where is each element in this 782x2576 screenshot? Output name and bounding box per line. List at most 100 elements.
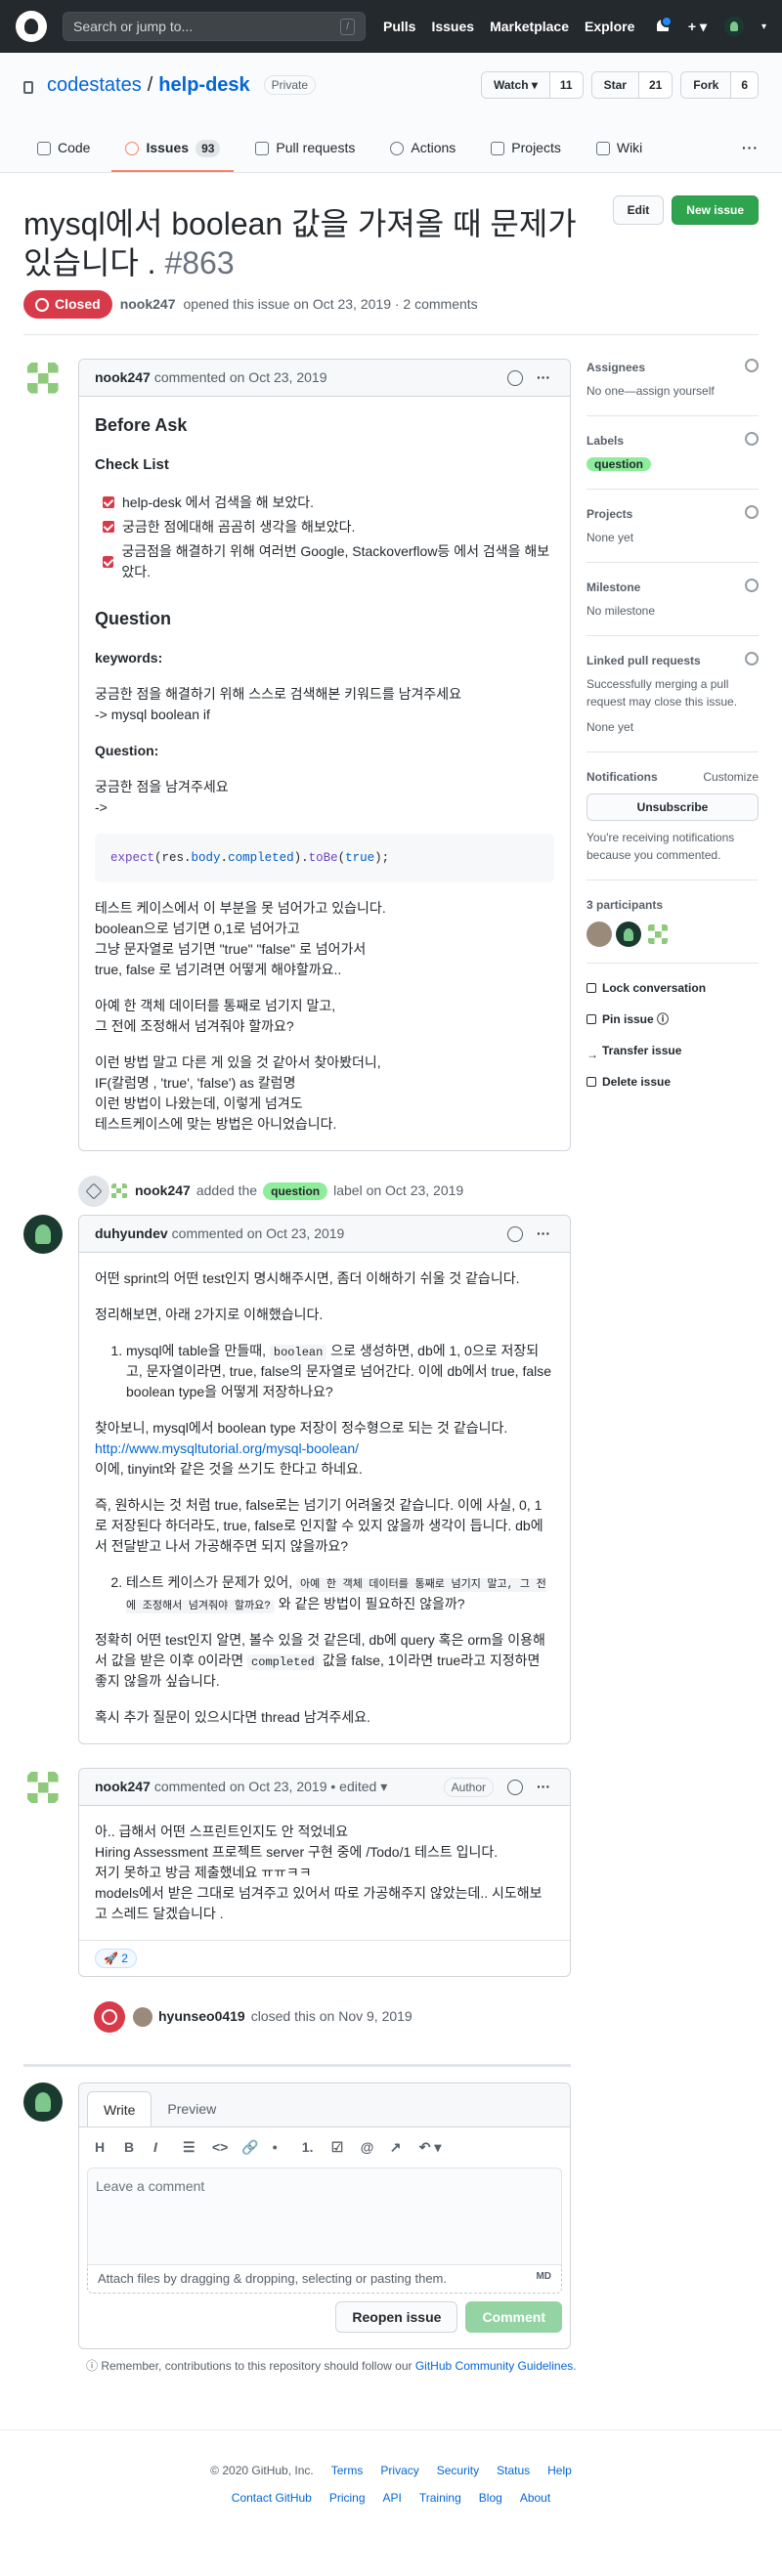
bold-icon[interactable]: B [124, 2137, 140, 2158]
tab-projects[interactable]: Projects [477, 138, 575, 172]
footer-blog[interactable]: Blog [479, 2489, 502, 2507]
cross-reference-icon[interactable]: ↗ [390, 2137, 406, 2158]
tab-code[interactable]: Code [23, 138, 104, 172]
footer-training[interactable]: Training [419, 2489, 461, 2507]
rocket-reaction[interactable]: 🚀 2 [95, 1949, 137, 1969]
footer-contact[interactable]: Contact GitHub [232, 2489, 312, 2507]
create-new-menu[interactable]: + ▾ [688, 17, 707, 37]
comment-submit-button[interactable]: Comment [465, 2300, 562, 2333]
gear-icon[interactable] [745, 652, 759, 665]
smiley-icon[interactable] [507, 1779, 523, 1795]
user-avatar[interactable] [723, 17, 744, 36]
tab-actions[interactable]: Actions [376, 138, 469, 172]
nav-marketplace[interactable]: Marketplace [490, 17, 569, 37]
notifications-bell-icon[interactable] [655, 16, 673, 34]
nav-issues[interactable]: Issues [431, 17, 474, 37]
mention-icon[interactable]: @ [361, 2137, 376, 2158]
reopen-issue-button[interactable]: Reopen issue [335, 2300, 458, 2333]
footer-status[interactable]: Status [497, 2462, 530, 2479]
code-icon[interactable]: <> [212, 2137, 228, 2158]
footer-privacy[interactable]: Privacy [380, 2462, 418, 2479]
question-label[interactable]: question [586, 457, 651, 471]
link-icon[interactable]: 🔗 [241, 2137, 258, 2158]
assignees-value[interactable]: No one—assign yourself [586, 382, 759, 400]
tab-pull-requests[interactable]: Pull requests [241, 138, 369, 172]
gear-icon[interactable] [745, 432, 759, 446]
bullet-list-icon[interactable]: • [273, 2137, 288, 2158]
numbered-list-icon[interactable]: 1. [302, 2137, 318, 2158]
event-author[interactable]: nook247 [135, 1181, 191, 1201]
gear-icon[interactable] [745, 359, 759, 372]
tab-preview[interactable]: Preview [152, 2091, 232, 2126]
lock-conversation-link[interactable]: Lock conversation [586, 979, 759, 997]
search-placeholder: Search or jump to... [73, 18, 194, 34]
question-label[interactable]: question [263, 1181, 328, 1200]
footer-api[interactable]: API [383, 2489, 402, 2507]
mysql-tutorial-link[interactable]: http://www.mysqltutorial.org/mysql-boole… [95, 1440, 359, 1456]
issue-title: mysql에서 boolean 값을 가져올 때 문제가 있습니다 . #863 [23, 206, 577, 280]
customize-link[interactable]: Customize [703, 768, 759, 786]
star-button[interactable]: Star 21 [590, 71, 673, 99]
unsubscribe-button[interactable]: Unsubscribe [586, 794, 759, 821]
avatar[interactable] [586, 922, 612, 947]
search-input[interactable]: Search or jump to... / [63, 12, 366, 41]
nav-explore[interactable]: Explore [585, 17, 634, 37]
github-logo-icon[interactable] [16, 11, 47, 42]
heading-question-sub: Question: [95, 742, 159, 758]
italic-icon[interactable]: I [153, 2137, 169, 2158]
footer-security[interactable]: Security [437, 2462, 479, 2479]
smiley-icon[interactable] [507, 1225, 523, 1242]
comment-textarea[interactable]: Leave a comment [87, 2168, 562, 2266]
tab-write[interactable]: Write [87, 2091, 152, 2127]
new-issue-button[interactable]: New issue [672, 195, 759, 225]
more-options-icon[interactable]: ··· [537, 367, 550, 388]
footer-pricing[interactable]: Pricing [329, 2489, 366, 2507]
more-options-icon[interactable]: ··· [537, 1777, 550, 1797]
smiley-icon[interactable] [507, 369, 523, 386]
more-options-icon[interactable]: ··· [537, 1224, 550, 1244]
footer-help[interactable]: Help [547, 2462, 572, 2479]
task-list-icon[interactable]: ☑ [331, 2137, 347, 2158]
checklist-item[interactable]: 궁금한 점에대해 곰곰히 생각을 해보았다. [95, 517, 554, 537]
fork-button[interactable]: Fork 6 [680, 71, 759, 99]
heading-icon[interactable]: H [95, 2137, 110, 2158]
attach-files-area[interactable]: Attach files by dragging & dropping, sel… [87, 2265, 562, 2294]
lock-icon [23, 80, 33, 94]
play-icon [390, 141, 405, 155]
more-tabs-icon[interactable]: ··· [742, 138, 759, 172]
repo-name-link[interactable]: help-desk [158, 70, 249, 100]
repo-owner-link[interactable]: codestates [47, 70, 142, 100]
avatar[interactable] [23, 1768, 63, 1808]
watch-button[interactable]: Watch ▾ 11 [480, 71, 584, 99]
gear-icon[interactable] [745, 579, 759, 592]
saved-replies-icon[interactable]: ↶ ▾ [419, 2137, 442, 2158]
avatar[interactable] [23, 1215, 63, 1255]
checklist-item[interactable]: help-desk 에서 검색을 해 보았다. [95, 493, 554, 513]
quote-icon[interactable]: ☰ [183, 2137, 198, 2158]
transfer-issue-link[interactable]: → Transfer issue [586, 1042, 759, 1061]
comment-author[interactable]: duhyundev [95, 1224, 168, 1244]
issue-author[interactable]: nook247 [120, 294, 176, 315]
checkbox-icon [103, 496, 114, 508]
avatar[interactable] [616, 922, 641, 947]
community-guidelines-link[interactable]: GitHub Community Guidelines [415, 2359, 573, 2373]
gear-icon[interactable] [745, 505, 759, 519]
pin-issue-link[interactable]: Pin issue ⓘ [586, 1010, 759, 1028]
comment-author[interactable]: nook247 [95, 367, 151, 388]
comment-author[interactable]: nook247 [95, 1777, 151, 1797]
avatar[interactable] [645, 922, 671, 947]
event-author[interactable]: hyunseo0419 [158, 2006, 245, 2027]
pull-request-icon [255, 141, 270, 155]
tab-wiki[interactable]: Wiki [583, 138, 656, 172]
edit-title-button[interactable]: Edit [612, 195, 665, 225]
tab-issues[interactable]: Issues 93 [111, 138, 235, 172]
footer-about[interactable]: About [520, 2489, 550, 2507]
avatar [109, 1181, 129, 1201]
delete-issue-link[interactable]: Delete issue [586, 1073, 759, 1091]
avatar[interactable] [23, 359, 63, 398]
footer-terms[interactable]: Terms [331, 2462, 364, 2479]
fork-count: 6 [730, 72, 758, 98]
chevron-down-icon[interactable]: ▾ [761, 20, 766, 34]
nav-pulls[interactable]: Pulls [383, 17, 415, 37]
checklist-item[interactable]: 궁금점을 해결하기 위해 여러번 Google, Stackoverflow등 … [95, 541, 554, 582]
